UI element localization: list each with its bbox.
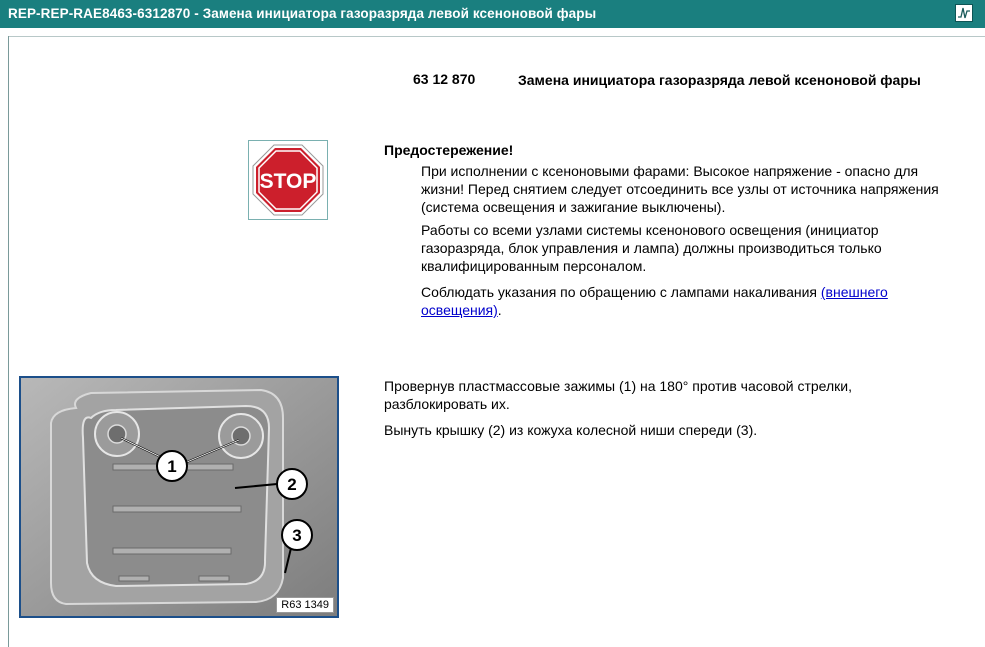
waveform-icon[interactable]	[955, 4, 973, 22]
title-bar: REP-REP-RAE8463-6312870 - Замена инициат…	[0, 0, 985, 28]
callout-3: 3	[292, 526, 301, 545]
stop-sign-icon: STOP	[248, 140, 328, 220]
lamps-text-end: .	[497, 302, 502, 318]
figure-id-label: R63 1349	[276, 597, 334, 613]
warning-paragraph-voltage: При исполнении с ксеноновыми фарами: Выс…	[421, 163, 939, 215]
step-unlock-clips: Провернув пластмассовые зажимы (1) на 18…	[384, 378, 852, 412]
stop-sign-text: STOP	[260, 170, 317, 193]
operation-code: 63 12 870	[413, 71, 476, 87]
step-remove-cover: Вынуть крышку (2) из кожуха колесной ниш…	[384, 422, 758, 438]
operation-title: Замена инициатора газоразряда левой ксен…	[518, 72, 921, 88]
wheel-arch-cover-illustration: 1 2 3	[21, 378, 337, 616]
lamps-text: Соблюдать указания по обращению с лампам…	[421, 284, 821, 300]
warning-paragraph-lamps: Соблюдать указания по обращению с лампам…	[421, 283, 961, 319]
warning-heading: Предостережение!	[384, 142, 514, 158]
content-border-left	[8, 36, 9, 647]
window-title: REP-REP-RAE8463-6312870 - Замена инициат…	[8, 6, 597, 21]
procedure-figure: 1 2 3 R63 1349	[19, 376, 339, 618]
callout-1: 1	[167, 457, 176, 476]
content-border-top	[8, 36, 985, 37]
warning-paragraph-personnel: Работы со всеми узлами системы ксеноново…	[421, 222, 882, 274]
callout-2: 2	[287, 475, 296, 494]
